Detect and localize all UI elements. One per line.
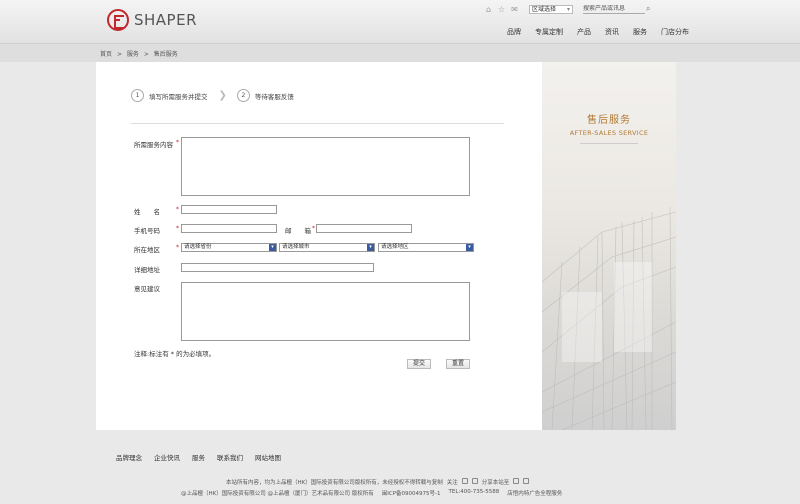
city-select-value: 请选择城市 <box>282 244 310 250</box>
follow-label: 关注 <box>446 480 458 486</box>
chevron-down-icon: ▾ <box>466 244 473 251</box>
name-field[interactable] <box>181 205 277 214</box>
nav-item-custom[interactable]: 专属定制 <box>528 27 570 37</box>
email-field[interactable] <box>316 224 412 233</box>
phone-label: 手机号码 <box>134 227 160 235</box>
region-select[interactable]: 区域选择 <box>529 4 573 14</box>
name-label: 姓 名 <box>134 208 160 216</box>
bookmark-icon[interactable]: ☆ <box>497 5 506 14</box>
submit-button[interactable]: 提交 <box>407 359 431 369</box>
breadcrumb: 首页 > 服务 > 售后服务 <box>100 49 181 58</box>
search-box: ⌕ <box>583 4 650 14</box>
step-1-number: 1 <box>131 89 144 102</box>
chevron-right-icon: ❯ <box>218 90 227 101</box>
required-mark: * <box>176 139 179 146</box>
footer-copyright-row: 本站所有内容，均为上品檀（HK）国际投资有限公司版权所有，未经授权不得转载与复制… <box>226 478 530 486</box>
nav-item-service[interactable]: 服务 <box>626 27 654 37</box>
footer-link-brand[interactable]: 品牌理念 <box>116 452 142 462</box>
copyright-text: 本站所有内容，均为上品檀（HK）国际投资有限公司版权所有，未经授权不得转载与复制 <box>226 480 443 486</box>
search-input[interactable] <box>583 4 645 14</box>
breadcrumb-service[interactable]: 服务 <box>127 51 139 58</box>
footer-link-news[interactable]: 企业快讯 <box>154 452 180 462</box>
breadcrumb-separator: > <box>116 51 122 58</box>
divider <box>131 123 504 124</box>
breadcrumb-home[interactable]: 首页 <box>100 51 112 58</box>
agency-text[interactable]: 店悟内特广告全程服务 <box>507 489 562 497</box>
progress-steps: 1 填写所需服务并提交 ❯ 2 等待客服反馈 <box>131 89 294 102</box>
after-sales-banner: 售后服务 AFTER-SALES SERVICE <box>542 62 676 430</box>
province-select-value: 请选择省份 <box>184 244 212 250</box>
site-header: SHAPER ⌂ ☆ ✉ 区域选择 ⌕ 品牌 专属定制 产品 资讯 服务 门店分… <box>0 0 800 44</box>
company-text: @上品檀（HK）国际投资有限公司 @上品檀（厦门）艺术品有限公司 版权所有 <box>181 491 374 497</box>
icp-text: 闽ICP备09004975号-1 <box>381 491 441 497</box>
divider <box>580 143 638 144</box>
reset-button[interactable]: 重置 <box>446 359 470 369</box>
search-icon[interactable]: ⌕ <box>646 4 650 14</box>
nav-item-news[interactable]: 资讯 <box>598 27 626 37</box>
city-select[interactable]: 请选择城市 ▾ <box>279 243 375 252</box>
footer-link-service[interactable]: 服务 <box>192 452 205 462</box>
nav-item-brand[interactable]: 品牌 <box>500 27 528 37</box>
header-tools: ⌂ ☆ ✉ 区域选择 ⌕ <box>484 4 650 14</box>
breadcrumb-separator: > <box>143 51 149 58</box>
breadcrumb-current: 售后服务 <box>153 51 178 58</box>
footer-link-sitemap[interactable]: 网站地图 <box>255 452 281 462</box>
main-nav: 品牌 专属定制 产品 资讯 服务 门店分布 <box>500 27 696 37</box>
chevron-down-icon: ▾ <box>367 244 374 251</box>
footer-link-contact[interactable]: 联系我们 <box>217 452 243 462</box>
address-field[interactable] <box>181 263 374 272</box>
logo-mark-icon <box>107 9 129 31</box>
chevron-down-icon: ▾ <box>269 244 276 251</box>
required-mark: * <box>176 206 179 213</box>
step-1-label: 填写所需服务并提交 <box>149 92 208 101</box>
required-mark: * <box>176 244 179 251</box>
feedback-textarea[interactable] <box>181 282 470 341</box>
weibo-icon[interactable] <box>461 478 468 484</box>
share-label: 分享本站至 <box>481 480 510 486</box>
mail-icon[interactable]: ✉ <box>510 5 519 14</box>
banner-title: 售后服务 <box>587 115 631 126</box>
email-label: 邮 箱 <box>285 227 311 235</box>
phone-text: TEL:400-735-5588 <box>448 489 500 495</box>
required-mark: * <box>176 225 179 232</box>
required-mark: * <box>312 225 315 232</box>
service-content-textarea[interactable] <box>181 137 470 196</box>
home-icon[interactable]: ⌂ <box>484 5 493 14</box>
service-form-card: 1 填写所需服务并提交 ❯ 2 等待客服反馈 所需服务内容 * 姓 名 * 手机… <box>96 62 542 430</box>
feedback-label: 意见建议 <box>134 285 160 293</box>
phone-field[interactable] <box>181 224 277 233</box>
share-icon[interactable] <box>513 478 520 484</box>
logo[interactable]: SHAPER <box>107 9 197 31</box>
logo-text: SHAPER <box>134 11 198 29</box>
footer-nav: 品牌理念 企业快讯 服务 联系我们 网站地图 <box>116 452 281 462</box>
service-content-label: 所需服务内容 <box>134 141 173 149</box>
district-select-value: 请选择地区 <box>381 244 409 250</box>
breadcrumb-bar: 首页 > 服务 > 售后服务 <box>0 44 800 62</box>
share-icon[interactable] <box>523 478 530 484</box>
province-select[interactable]: 请选择省份 ▾ <box>181 243 277 252</box>
qq-icon[interactable] <box>471 478 478 484</box>
step-2-label: 等待客服反馈 <box>254 92 294 101</box>
nav-item-stores[interactable]: 门店分布 <box>654 27 696 37</box>
address-label: 详细地址 <box>134 266 160 274</box>
nav-item-products[interactable]: 产品 <box>570 27 598 37</box>
step-2-number: 2 <box>236 89 250 102</box>
region-label: 所在地区 <box>134 246 160 254</box>
district-select[interactable]: 请选择地区 ▾ <box>378 243 474 252</box>
banner-subtitle: AFTER-SALES SERVICE <box>569 129 649 137</box>
required-note: 注释:标注有 * 的为必填项。 <box>134 350 216 358</box>
footer-info-row: @上品檀（HK）国际投资有限公司 @上品檀（厦门）艺术品有限公司 版权所有 闽I… <box>181 489 562 497</box>
